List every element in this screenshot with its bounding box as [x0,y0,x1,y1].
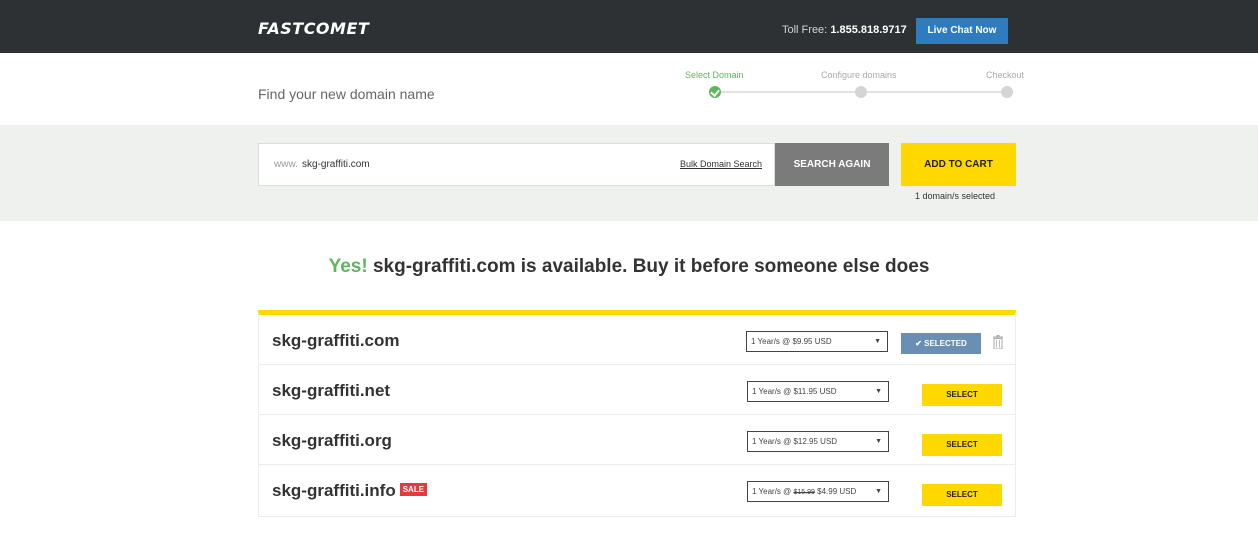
period-select[interactable]: 1 Year/s @ $11.95 USD ▼ [747,381,889,402]
domain-name: skg-graffiti.com [272,331,400,350]
domain-name: skg-graffiti.org [272,431,392,450]
step-checkout-dot [1001,86,1013,98]
toll-free-label: Toll Free: [782,24,828,36]
checkout-steps: Select Domain Configure domains Checkout [680,70,1025,110]
headline-yes: Yes! [328,256,368,277]
period-select-value: 1 Year/s @ $11.95 USD [752,387,837,396]
period-select-value: 1 Year/s @ $12.95 USD [752,437,838,446]
period-select[interactable]: 1 Year/s @ $12.95 USD ▼ [747,431,889,452]
period-select[interactable]: 1 Year/s @ $9.95 USD ▼ [746,331,888,352]
live-chat-button[interactable]: Live Chat Now [916,18,1008,44]
domain-row: skg-graffiti.net 1 Year/s @ $11.95 USD ▼… [259,365,1015,415]
period-select-value: 1 Year/s @ $9.95 USD [751,337,832,346]
domain-name: skg-graffiti.net [272,381,391,400]
domain-row: skg-graffiti.info SALE 1 Year/s @ $15.99 … [259,465,1015,515]
search-again-button[interactable]: SEARCH AGAIN [775,143,889,186]
domain-row: skg-graffiti.com 1 Year/s @ $9.95 USD ▼ … [259,315,1015,365]
old-price: $15.99 [793,489,815,496]
select-button[interactable]: SELECT [922,434,1002,456]
selected-count: 1 domain/s selected [915,191,996,201]
caret-down-icon: ▼ [875,438,882,445]
check-circle-icon [709,86,721,98]
new-price: $4.99 USD [814,487,857,496]
caret-down-icon: ▼ [875,488,882,495]
select-button[interactable]: SELECT [922,384,1002,406]
trash-icon[interactable] [993,335,1003,349]
bulk-domain-search-link[interactable]: Bulk Domain Search [680,159,762,169]
step-configure-dot [855,86,867,98]
headline-text: skg-graffiti.com is available. Buy it be… [367,256,930,277]
availability-headline: Yes! skg-graffiti.com is available. Buy … [0,256,1258,278]
page-title: Find your new domain name [258,86,435,102]
search-value[interactable]: skg-graffiti.com [302,159,370,170]
top-bar: FASTCOMET Toll Free: 1.855.818.9717 Live… [0,0,1258,53]
fastcomet-logo[interactable]: FASTCOMET [258,19,369,38]
domain-row: skg-graffiti.org 1 Year/s @ $12.95 USD ▼… [259,415,1015,465]
step-select-domain-label: Select Domain [685,70,744,80]
caret-down-icon: ▼ [875,388,882,395]
domain-search-input[interactable]: www. skg-graffiti.com Bulk Domain Search [258,143,775,186]
domain-name-text: skg-graffiti.info [272,481,396,500]
step-checkout-label: Checkout [986,70,1025,80]
price-prefix: 1 Year/s @ [752,487,794,496]
toll-free: Toll Free: 1.855.818.9717 [782,24,907,36]
step-configure-domains-label: Configure domains [821,70,897,80]
domain-results-list: skg-graffiti.com 1 Year/s @ $9.95 USD ▼ … [258,310,1016,517]
select-button[interactable]: SELECT [922,484,1002,506]
toll-free-number[interactable]: 1.855.818.9717 [830,24,906,36]
sale-badge: SALE [399,483,428,497]
period-select[interactable]: 1 Year/s @ $15.99 $4.99 USD ▼ [747,481,889,502]
search-prefix: www. [274,159,298,170]
caret-down-icon: ▼ [874,338,881,345]
add-to-cart-button[interactable]: ADD TO CART [901,143,1016,186]
domain-name: skg-graffiti.info SALE [272,481,428,501]
selected-button[interactable]: ✔ SELECTED [901,333,981,354]
